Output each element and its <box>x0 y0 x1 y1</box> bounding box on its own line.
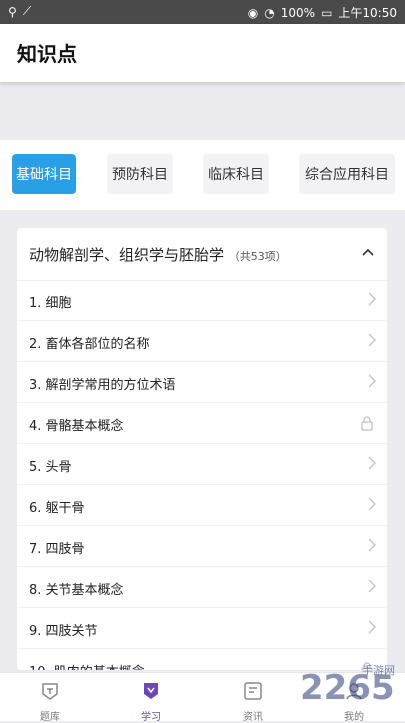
usb-icon: ⚲ <box>8 4 17 19</box>
list-item-label: 1. 细胞 <box>29 296 72 311</box>
nav-study-label: 学习 <box>141 712 161 723</box>
chevron-up-icon[interactable] <box>361 246 375 260</box>
question-bank-icon <box>42 683 58 700</box>
subject-tabs: 基础科目 预防科目 临床科目 综合应用科目 <box>0 140 405 210</box>
study-icon <box>144 683 158 699</box>
list-item-label: 5. 头骨 <box>29 460 72 475</box>
chevron-right-icon <box>368 456 376 470</box>
tab-prevention[interactable]: 预防科目 <box>107 154 173 194</box>
eye-icon: ◉ <box>247 5 259 20</box>
tab-clinical[interactable]: 临床科目 <box>203 154 269 194</box>
nav-news-label: 资讯 <box>243 712 263 723</box>
section-count: （共53项） <box>228 250 287 263</box>
list-item-label: 4. 骨骼基本概念 <box>29 419 124 434</box>
battery-percent: 100% <box>280 5 316 20</box>
chevron-right-icon <box>368 620 376 634</box>
watermark: 2265 手游网 <box>300 662 405 712</box>
battery-icon: ▭ <box>321 5 333 20</box>
list-item[interactable]: 3. 解剖学常用的方位术语 <box>17 362 387 403</box>
list-item-label: 2. 畜体各部位的名称 <box>29 337 150 352</box>
list-item-label: 10. 肌肉的基本概念 <box>29 661 145 670</box>
nav-news[interactable]: 资讯 <box>223 679 283 723</box>
nav-study[interactable]: 学习 <box>121 679 181 723</box>
list-item-label: 6. 躯干骨 <box>29 501 85 516</box>
watermark-sub: 手游网 <box>362 664 395 677</box>
news-icon <box>244 682 262 700</box>
chevron-right-icon <box>368 497 376 511</box>
app-bar: 知识点 <box>0 24 405 82</box>
chevron-right-icon <box>368 579 376 593</box>
chevron-right-icon <box>368 292 376 306</box>
list-item-label: 3. 解剖学常用的方位术语 <box>29 378 176 393</box>
wifi-icon: ◔ <box>264 5 275 20</box>
tab-comprehensive-label: 综合应用科目 <box>305 167 389 183</box>
status-left: ⚲ ⟋ <box>8 4 31 19</box>
tab-clinical-label: 临床科目 <box>208 167 264 183</box>
knowledge-card: 动物解剖学、组织学与胚胎学 （共53项） 1. 细胞 2. 畜体各部位的名称 3… <box>17 228 387 670</box>
list-item-label: 9. 四肢关节 <box>29 624 98 639</box>
tab-prevention-label: 预防科目 <box>112 167 168 183</box>
list-item[interactable]: 8. 关节基本概念 <box>17 567 387 608</box>
list-item-label: 7. 四肢骨 <box>29 542 85 557</box>
tab-basic[interactable]: 基础科目 <box>12 154 76 194</box>
list-item[interactable]: 9. 四肢关节 <box>17 608 387 649</box>
chevron-right-icon <box>368 374 376 388</box>
list-item[interactable]: 6. 躯干骨 <box>17 485 387 526</box>
nav-question-bank-label: 题库 <box>40 712 60 723</box>
section-title-wrap: 动物解剖学、组织学与胚胎学 （共53项） <box>29 244 287 265</box>
list-item[interactable]: 7. 四肢骨 <box>17 526 387 567</box>
list-item[interactable]: 5. 头骨 <box>17 444 387 485</box>
status-bar: ⚲ ⟋ ◉ ◔ 100% ▭ 上午10:50 <box>0 0 405 24</box>
chevron-right-icon <box>368 333 376 347</box>
list-item[interactable]: 1. 细胞 <box>17 280 387 321</box>
status-right: ◉ ◔ 100% ▭ 上午10:50 <box>248 4 397 21</box>
nav-question-bank[interactable]: 题库 <box>20 679 80 723</box>
section-header[interactable]: 动物解剖学、组织学与胚胎学 （共53项） <box>17 228 387 281</box>
tab-comprehensive[interactable]: 综合应用科目 <box>299 154 395 194</box>
time: 上午10:50 <box>338 6 397 20</box>
list-item[interactable]: 4. 骨骼基本概念 <box>17 403 387 444</box>
section-title: 动物解剖学、组织学与胚胎学 <box>29 246 225 264</box>
list-item-label: 8. 关节基本概念 <box>29 583 124 598</box>
list-item[interactable]: 2. 畜体各部位的名称 <box>17 321 387 362</box>
knowledge-list: 1. 细胞 2. 畜体各部位的名称 3. 解剖学常用的方位术语 4. 骨骼基本概… <box>17 280 387 670</box>
page-title: 知识点 <box>17 42 77 66</box>
tab-basic-label: 基础科目 <box>16 167 72 183</box>
no-signal-icon: ⟋ <box>22 4 32 18</box>
lock-icon <box>361 416 373 431</box>
chevron-right-icon <box>368 538 376 552</box>
